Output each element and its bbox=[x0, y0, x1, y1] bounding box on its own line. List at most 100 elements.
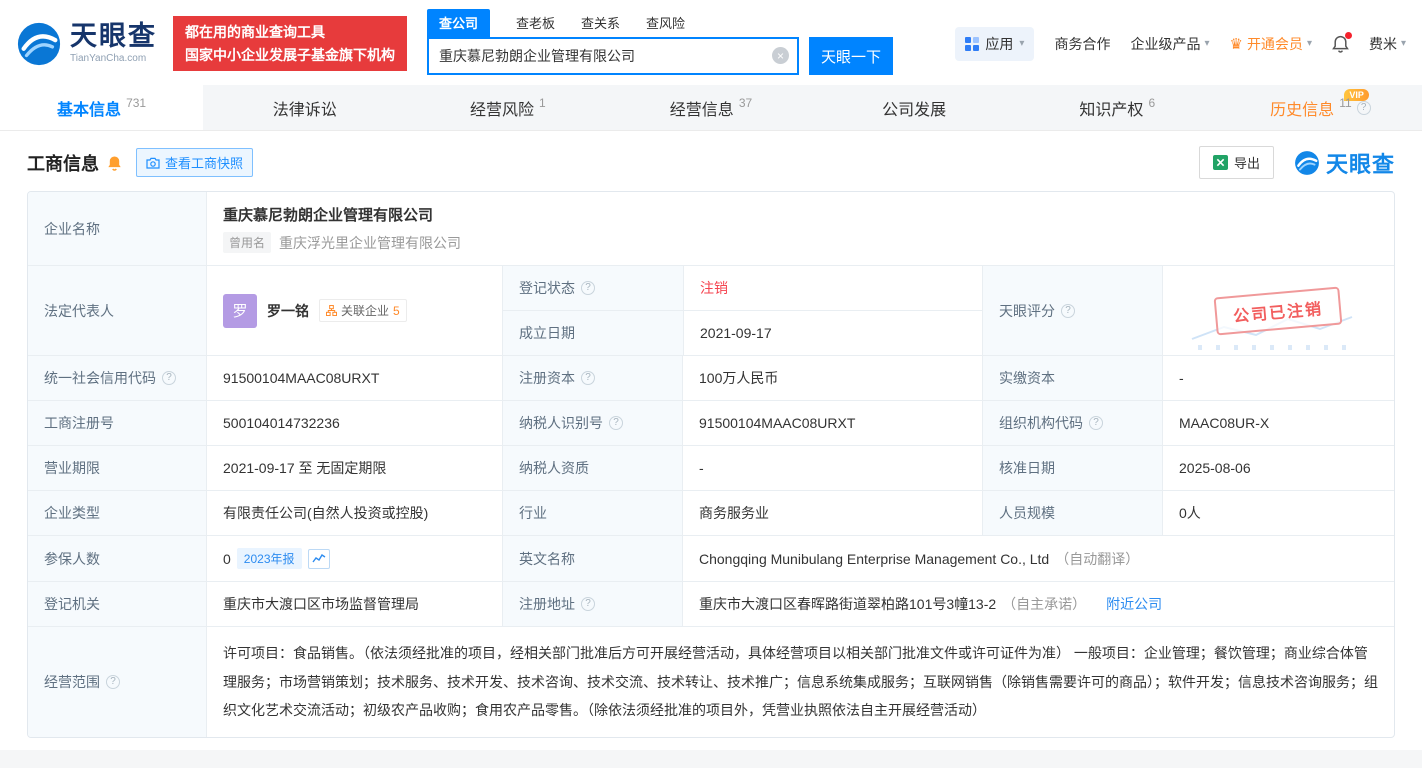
search-button[interactable]: 天眼一下 bbox=[809, 37, 893, 75]
logo-wave-icon bbox=[1294, 150, 1320, 176]
search-tab-risk[interactable]: 查风险 bbox=[646, 13, 685, 37]
tab-count: 731 bbox=[126, 96, 146, 110]
apps-menu[interactable]: 应用 ▾ bbox=[955, 27, 1034, 61]
search-tab-boss[interactable]: 查老板 bbox=[516, 13, 555, 37]
search-input[interactable] bbox=[427, 37, 799, 75]
tab-count: 37 bbox=[739, 96, 752, 110]
paid-capital-value: - bbox=[1162, 356, 1394, 400]
tianyancha-logo[interactable]: 天眼查 TianYanCha.com bbox=[16, 21, 157, 67]
registry-label: 登记机关 bbox=[28, 582, 206, 626]
reg-status-value: 注销 bbox=[700, 278, 728, 298]
brand-domain: TianYanCha.com bbox=[70, 53, 157, 64]
user-name: 费米 bbox=[1369, 34, 1397, 54]
auto-translate-note: （自动翻译） bbox=[1055, 549, 1139, 569]
chevron-down-icon: ▾ bbox=[1019, 38, 1024, 49]
tab-legal-litigation[interactable]: 法律诉讼 bbox=[203, 85, 406, 130]
search-tab-relation[interactable]: 查关系 bbox=[581, 13, 620, 37]
tab-count: 1 bbox=[539, 96, 546, 110]
view-snapshot-button[interactable]: 查看工商快照 bbox=[136, 148, 253, 177]
table-row-legal-rep: 法定代表人 罗 罗一铭 关联企业 5 登记状态 ? bbox=[28, 266, 1394, 356]
tab-count: 6 bbox=[1148, 96, 1155, 110]
page-footer-strip bbox=[0, 750, 1422, 768]
scope-value: 许可项目：食品销售。（依法须经批准的项目，经相关部门批准后方可开展经营活动，具体… bbox=[223, 639, 1378, 725]
search-tabs: 查公司 查老板 查关系 查风险 bbox=[427, 12, 893, 37]
annual-report-badge[interactable]: 2023年报 bbox=[237, 548, 302, 569]
tax-quality-value: - bbox=[682, 446, 982, 490]
watermark-logo: 天眼查 bbox=[1294, 147, 1395, 179]
establish-date-label: 成立日期 bbox=[519, 323, 575, 343]
promo-banner: 都在用的商业查询工具 国家中小企业发展子基金旗下机构 bbox=[173, 16, 407, 71]
related-companies-badge[interactable]: 关联企业 5 bbox=[319, 299, 407, 322]
nav-business-cooperation[interactable]: 商务合作 bbox=[1054, 34, 1110, 54]
notification-bell-icon[interactable] bbox=[1332, 35, 1349, 53]
notification-dot bbox=[1345, 32, 1352, 39]
chevron-down-icon: ▾ bbox=[1401, 38, 1406, 49]
brand-name: 天眼查 bbox=[70, 23, 157, 50]
help-icon[interactable]: ? bbox=[1089, 416, 1103, 430]
tax-quality-label: 纳税人资质 bbox=[502, 446, 682, 490]
export-button[interactable]: 导出 bbox=[1199, 146, 1274, 179]
establish-date-value: 2021-09-17 bbox=[700, 325, 772, 341]
company-type-label: 企业类型 bbox=[28, 491, 206, 535]
top-nav: 应用 ▾ 商务合作 企业级产品 ▾ ♛ 开通会员 ▾ 费米 ▾ bbox=[955, 27, 1406, 61]
approval-date-value: 2025-08-06 bbox=[1162, 446, 1394, 490]
english-name-value: Chongqing Munibulang Enterprise Manageme… bbox=[699, 551, 1049, 567]
nav-enterprise-products[interactable]: 企业级产品 ▾ bbox=[1130, 34, 1209, 54]
tab-operation-risk[interactable]: 经营风险 1 bbox=[406, 85, 609, 130]
user-menu[interactable]: 费米 ▾ bbox=[1369, 34, 1406, 54]
address-value: 重庆市大渡口区春晖路街道翠柏路101号3幢13-2 bbox=[699, 594, 996, 614]
score-label: 天眼评分 bbox=[999, 301, 1055, 321]
approval-date-label: 核准日期 bbox=[982, 446, 1162, 490]
staff-size-label: 人员规模 bbox=[982, 491, 1162, 535]
chevron-down-icon: ▾ bbox=[1307, 38, 1312, 49]
uscc-label: 统一社会信用代码 bbox=[44, 368, 156, 388]
org-code-value: MAAC08UR-X bbox=[1162, 401, 1394, 445]
table-row-company-name: 企业名称 重庆慕尼勃朗企业管理有限公司 曾用名 重庆浮光里企业管理有限公司 bbox=[28, 192, 1394, 266]
tax-id-label: 纳税人识别号 bbox=[519, 413, 603, 433]
term-value: 2021-09-17 至 无固定期限 bbox=[206, 446, 502, 490]
help-icon[interactable]: ? bbox=[609, 416, 623, 430]
help-icon[interactable]: ? bbox=[581, 371, 595, 385]
company-name-label: 企业名称 bbox=[28, 192, 206, 265]
table-row: 统一社会信用代码 ? 91500104MAAC08URXT 注册资本 ? 100… bbox=[28, 356, 1394, 401]
paid-capital-label: 实缴资本 bbox=[982, 356, 1162, 400]
tab-history-info[interactable]: VIP 历史信息 11 ? bbox=[1219, 85, 1422, 130]
tab-count: 11 bbox=[1339, 96, 1351, 110]
subscribe-bell-icon[interactable] bbox=[107, 155, 122, 171]
help-icon[interactable]: ? bbox=[581, 597, 595, 611]
org-chart-icon bbox=[326, 305, 337, 316]
help-icon[interactable]: ? bbox=[106, 675, 120, 689]
help-icon[interactable]: ? bbox=[162, 371, 176, 385]
table-row-scope: 经营范围 ? 许可项目：食品销售。（依法须经批准的项目，经相关部门批准后方可开展… bbox=[28, 627, 1394, 737]
reg-capital-value: 100万人民币 bbox=[682, 356, 982, 400]
reg-status-label: 登记状态 bbox=[519, 278, 575, 298]
company-name-value: 重庆慕尼勃朗企业管理有限公司 bbox=[223, 204, 433, 225]
nav-open-vip[interactable]: ♛ 开通会员 ▾ bbox=[1229, 34, 1311, 54]
promo-line-2: 国家中小企业发展子基金旗下机构 bbox=[185, 44, 395, 66]
address-label: 注册地址 bbox=[519, 594, 575, 614]
company-type-value: 有限责任公司(自然人投资或控股) bbox=[206, 491, 502, 535]
term-label: 营业期限 bbox=[28, 446, 206, 490]
tab-basic-info[interactable]: 基本信息 731 bbox=[0, 85, 203, 130]
help-icon[interactable]: ? bbox=[1357, 101, 1371, 115]
tab-intellectual-property[interactable]: 知识产权 6 bbox=[1016, 85, 1219, 130]
table-row: 登记机关 重庆市大渡口区市场监督管理局 注册地址 ? 重庆市大渡口区春晖路街道翠… bbox=[28, 582, 1394, 627]
tab-operation-info[interactable]: 经营信息 37 bbox=[609, 85, 812, 130]
table-row: 企业类型 有限责任公司(自然人投资或控股) 行业 商务服务业 人员规模 0人 bbox=[28, 491, 1394, 536]
legal-rep-name[interactable]: 罗一铭 bbox=[267, 301, 309, 321]
watermark-text: 天眼查 bbox=[1326, 147, 1395, 179]
trend-chart-icon[interactable] bbox=[308, 549, 330, 569]
section-header: 工商信息 查看工商快照 导出 天眼查 bbox=[0, 131, 1422, 191]
help-icon[interactable]: ? bbox=[1061, 304, 1075, 318]
tab-company-development[interactable]: 公司发展 bbox=[813, 85, 1016, 130]
registry-value: 重庆市大渡口区市场监督管理局 bbox=[206, 582, 502, 626]
search-tab-company[interactable]: 查公司 bbox=[427, 9, 490, 37]
nearby-companies-link[interactable]: 附近公司 bbox=[1106, 594, 1162, 614]
help-icon[interactable]: ? bbox=[581, 281, 595, 295]
company-tab-bar: 基本信息 731 法律诉讼 经营风险 1 经营信息 37 公司发展 知识产权 6… bbox=[0, 85, 1422, 131]
legal-rep-avatar[interactable]: 罗 bbox=[223, 294, 257, 328]
business-info-table: 企业名称 重庆慕尼勃朗企业管理有限公司 曾用名 重庆浮光里企业管理有限公司 法定… bbox=[27, 191, 1395, 738]
excel-icon bbox=[1213, 155, 1228, 170]
top-header: 天眼查 TianYanCha.com 都在用的商业查询工具 国家中小企业发展子基… bbox=[0, 0, 1422, 85]
clear-search-icon[interactable]: × bbox=[772, 47, 789, 64]
